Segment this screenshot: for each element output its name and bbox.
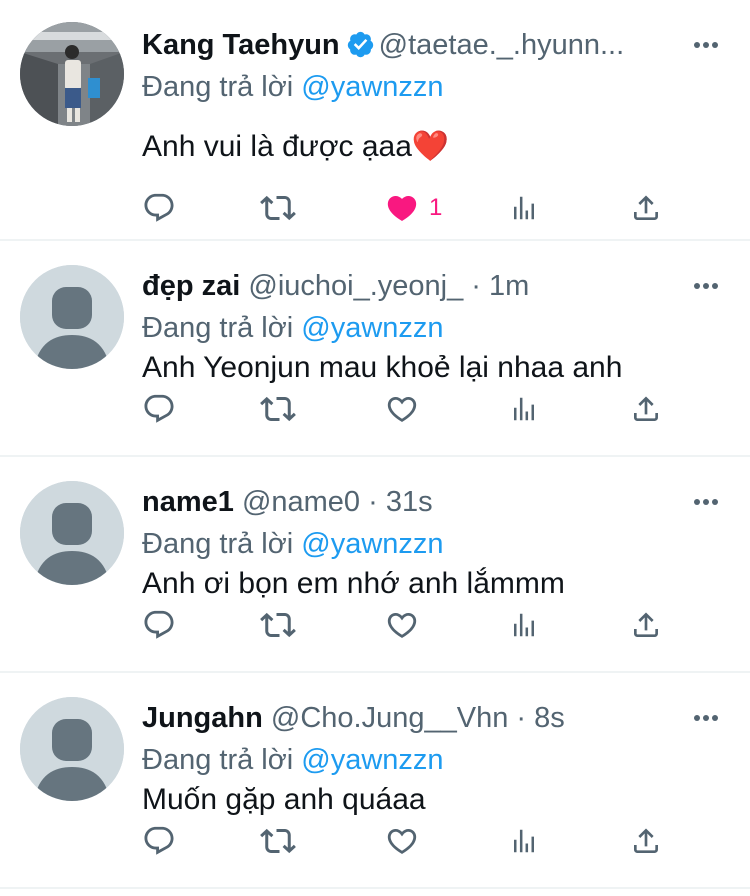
- action-bar: [142, 389, 672, 429]
- share-icon: [634, 195, 658, 220]
- mention-link[interactable]: @yawnzzn: [301, 528, 443, 560]
- reply-button[interactable]: [142, 605, 176, 645]
- share-button[interactable]: [630, 605, 662, 645]
- handle[interactable]: @taetae._.hyunn...: [379, 29, 625, 61]
- share-button[interactable]: [630, 389, 662, 429]
- reply-button[interactable]: [142, 389, 176, 429]
- verified-badge-icon: [346, 30, 375, 59]
- timestamp[interactable]: 31s: [386, 486, 433, 518]
- like-count: 1: [429, 194, 443, 221]
- avatar[interactable]: [20, 22, 124, 126]
- replying-to: Đang trả lời @yawnzzn: [142, 308, 444, 348]
- views-button[interactable]: [509, 389, 539, 429]
- separator-dot: ·: [368, 486, 378, 518]
- heart-icon: [387, 828, 417, 854]
- share-button[interactable]: [630, 188, 662, 228]
- action-bar: [142, 821, 672, 861]
- tweet[interactable]: đẹp zai @iuchoi_.yeonj_ · 1m Đang trả lờ…: [0, 241, 750, 457]
- share-icon: [634, 612, 658, 637]
- handle[interactable]: @Cho.Jung__Vhn: [271, 702, 508, 734]
- display-name[interactable]: name1: [142, 486, 234, 518]
- reply-icon: [144, 826, 174, 855]
- display-name[interactable]: đẹp zai: [142, 270, 240, 302]
- like-button[interactable]: [385, 389, 419, 429]
- action-bar: 1: [142, 188, 672, 228]
- tweet-text: Muốn gặp anh quáaa: [142, 783, 426, 816]
- replying-to: Đang trả lời @yawnzzn: [142, 740, 444, 780]
- retweet-icon: [260, 828, 296, 854]
- tweet[interactable]: name1 @name0 · 31s Đang trả lời @yawnzzn…: [0, 457, 750, 673]
- tweet-header: Kang Taehyun @taetae._.hyunn...: [142, 22, 730, 68]
- tweet-header: name1 @name0 · 31s: [142, 479, 730, 525]
- avatar[interactable]: [20, 697, 124, 801]
- like-button[interactable]: 1: [385, 188, 442, 228]
- timestamp[interactable]: 1m: [489, 270, 529, 302]
- retweet-icon: [260, 612, 296, 638]
- views-button[interactable]: [509, 605, 539, 645]
- views-icon: [514, 196, 534, 220]
- views-button[interactable]: [509, 188, 539, 228]
- mention-link[interactable]: @yawnzzn: [301, 744, 443, 776]
- retweet-button[interactable]: [260, 188, 296, 228]
- mention-link[interactable]: @yawnzzn: [301, 71, 443, 103]
- replying-to-label: Đang trả lời: [142, 528, 294, 560]
- tweet-header: đẹp zai @iuchoi_.yeonj_ · 1m: [142, 263, 730, 309]
- tweet-header: Jungahn @Cho.Jung__Vhn · 8s: [142, 695, 730, 741]
- retweet-button[interactable]: [260, 821, 296, 861]
- more-options-icon[interactable]: [688, 22, 724, 68]
- replying-to: Đang trả lời @yawnzzn: [142, 524, 444, 564]
- replying-to-label: Đang trả lời: [142, 744, 294, 776]
- retweet-icon: [260, 396, 296, 422]
- avatar[interactable]: [20, 481, 124, 585]
- reply-button[interactable]: [142, 188, 176, 228]
- share-button[interactable]: [630, 821, 662, 861]
- tweet[interactable]: Jungahn @Cho.Jung__Vhn · 8s Đang trả lời…: [0, 673, 750, 889]
- reply-icon: [144, 193, 174, 222]
- share-icon: [634, 828, 658, 853]
- tweet-text: Anh Yeonjun mau khoẻ lại nhaa anh: [142, 351, 623, 384]
- action-bar: [142, 605, 672, 645]
- reply-button[interactable]: [142, 821, 176, 861]
- views-icon: [514, 829, 534, 853]
- retweet-button[interactable]: [260, 389, 296, 429]
- replying-to-label: Đang trả lời: [142, 71, 294, 103]
- timestamp[interactable]: 8s: [534, 702, 565, 734]
- replying-to: Đang trả lời @yawnzzn: [142, 67, 444, 107]
- tweet[interactable]: Kang Taehyun @taetae._.hyunn... Đang trả …: [0, 0, 750, 241]
- like-button[interactable]: [385, 605, 419, 645]
- share-icon: [634, 396, 658, 421]
- heart-filled-icon: [387, 195, 417, 221]
- views-icon: [514, 613, 534, 637]
- more-options-icon[interactable]: [688, 479, 724, 525]
- heart-icon: [387, 396, 417, 422]
- display-name[interactable]: Kang Taehyun: [142, 29, 340, 61]
- handle[interactable]: @iuchoi_.yeonj_: [248, 270, 463, 302]
- separator-dot: ·: [471, 270, 481, 302]
- views-icon: [514, 397, 534, 421]
- tweet-text: Anh vui là được ạaa❤️: [142, 130, 450, 163]
- views-button[interactable]: [509, 821, 539, 861]
- mention-link[interactable]: @yawnzzn: [301, 312, 443, 344]
- like-button[interactable]: [385, 821, 419, 861]
- more-options-icon[interactable]: [688, 263, 724, 309]
- more-options-icon[interactable]: [688, 695, 724, 741]
- retweet-button[interactable]: [260, 605, 296, 645]
- retweet-icon: [260, 195, 296, 221]
- separator-dot: ·: [516, 702, 527, 734]
- heart-icon: [387, 612, 417, 638]
- replying-to-label: Đang trả lời: [142, 312, 294, 344]
- reply-icon: [144, 394, 174, 423]
- reply-icon: [144, 610, 174, 639]
- tweet-text: Anh ơi bọn em nhớ anh lắmmm: [142, 567, 565, 600]
- handle[interactable]: @name0: [242, 486, 360, 518]
- display-name[interactable]: Jungahn: [142, 702, 263, 734]
- avatar[interactable]: [20, 265, 124, 369]
